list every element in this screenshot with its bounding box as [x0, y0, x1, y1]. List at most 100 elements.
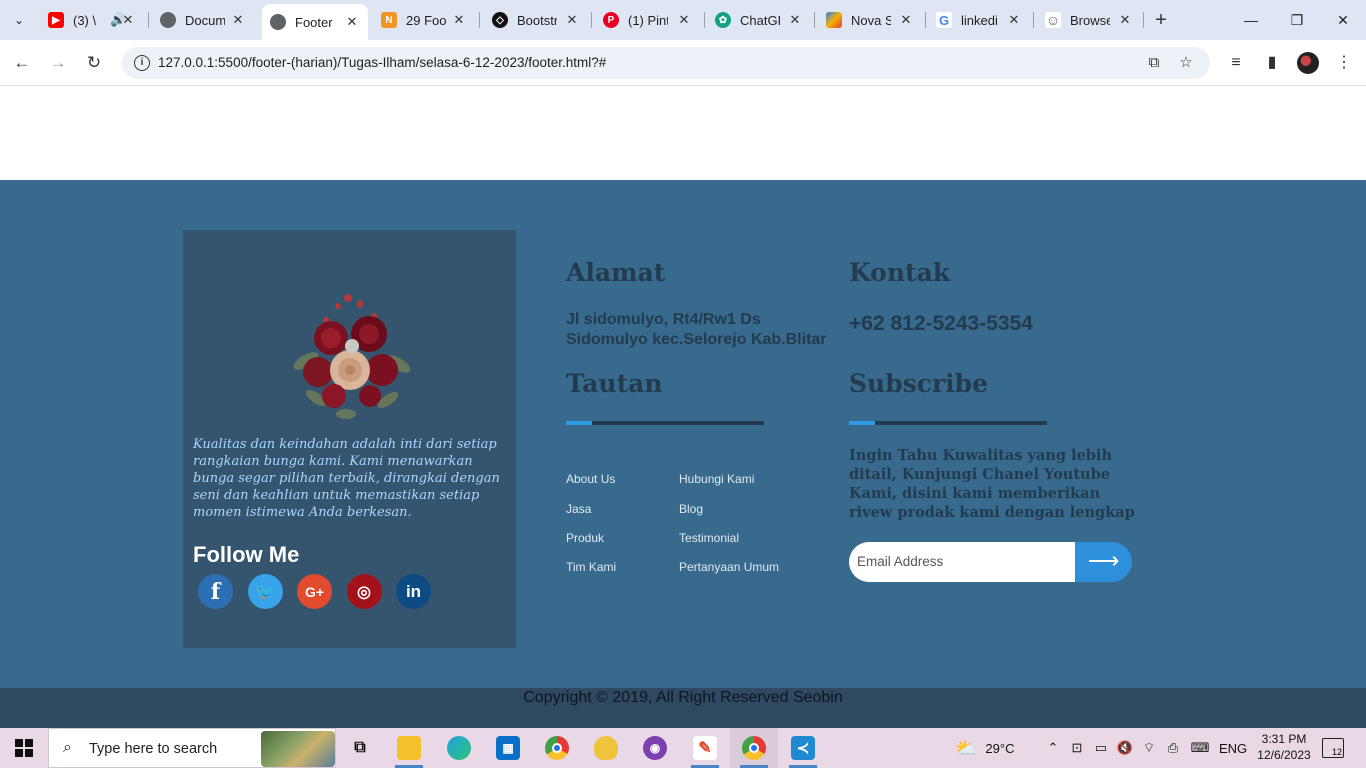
- battery-icon[interactable]: ▭: [1089, 740, 1113, 756]
- chrome-icon: [742, 736, 766, 760]
- volume-muted-icon[interactable]: 🔇: [1113, 740, 1137, 756]
- windows-icon: [15, 739, 33, 757]
- profile-avatar[interactable]: [1297, 52, 1319, 74]
- nova-icon: [826, 12, 842, 28]
- reload-button[interactable]: ↻: [82, 51, 106, 75]
- store-icon: ▦: [496, 736, 520, 760]
- tab-nova[interactable]: Nova S ✕: [826, 6, 914, 34]
- tagline-text: Kualitas dan keindahan adalah inti dari …: [193, 437, 500, 520]
- search-icon: ⌕: [63, 739, 72, 756]
- footer-link-about-us[interactable]: About Us: [566, 472, 615, 486]
- close-icon[interactable]: ✕: [451, 12, 467, 28]
- footer-link-jasa[interactable]: Jasa: [566, 502, 591, 516]
- close-icon[interactable]: ✕: [230, 12, 246, 28]
- close-icon[interactable]: ✕: [344, 14, 360, 30]
- subscribe-underline: [849, 421, 1047, 425]
- instagram-icon[interactable]: ◎: [346, 574, 382, 609]
- tab-title: Footer: [295, 14, 333, 30]
- github-icon: ◉: [643, 736, 667, 760]
- chrome-active-button[interactable]: [730, 728, 778, 768]
- close-icon[interactable]: ✕: [120, 12, 136, 28]
- taskbar-clock[interactable]: 3:31 PM 12/6/2023: [1252, 731, 1316, 763]
- show-hidden-icons-icon[interactable]: ⌃: [1041, 740, 1065, 756]
- tab-footer[interactable]: Footer ✕: [262, 4, 368, 40]
- close-icon[interactable]: ✕: [1006, 12, 1022, 28]
- facebook-icon[interactable]: f: [198, 574, 233, 609]
- browser-toolbar: ← → ↻ i 127.0.0.1:5500/footer-(harian)/T…: [0, 40, 1366, 86]
- camera-icon[interactable]: ⎙: [1161, 740, 1185, 756]
- paint-icon: ✎: [693, 736, 717, 760]
- vscode-button[interactable]: ≺: [779, 728, 827, 768]
- underline-accent: [566, 421, 592, 425]
- browser-tab-strip: ⌄ ▶ (3) \ 🔊 ✕ Docum ✕ Footer ✕ N 29 Foot…: [0, 0, 1366, 40]
- clock-time: 3:31 PM: [1261, 732, 1307, 746]
- email-placeholder: Email Address: [857, 554, 944, 569]
- footer-link-tim-kami[interactable]: Tim Kami: [566, 560, 616, 574]
- taskbar-search[interactable]: ⌕ Type here to search: [48, 728, 336, 768]
- translate-icon[interactable]: ⧉: [1144, 53, 1164, 73]
- minimize-button[interactable]: —: [1228, 0, 1274, 40]
- tab-bootstrap[interactable]: ◇ Bootstr ✕: [492, 6, 580, 34]
- task-view-button[interactable]: ⧉: [336, 728, 384, 768]
- twitter-icon[interactable]: 🐦: [247, 574, 283, 609]
- footer-link-produk[interactable]: Produk: [566, 531, 604, 545]
- file-explorer-button[interactable]: [385, 728, 433, 768]
- tab-search-icon[interactable]: ⌄: [6, 7, 32, 33]
- tab-pinterest[interactable]: P (1) Pint ✕: [603, 6, 692, 34]
- tab-linkedin-search[interactable]: G linkedi ✕: [936, 6, 1022, 34]
- url-text[interactable]: 127.0.0.1:5500/footer-(harian)/Tugas-Ilh…: [158, 55, 606, 70]
- menu-kebab-icon[interactable]: ⋮: [1332, 51, 1356, 75]
- back-button[interactable]: ←: [10, 51, 34, 75]
- close-icon[interactable]: ✕: [898, 12, 914, 28]
- github-desktop-button[interactable]: ◉: [631, 728, 679, 768]
- site-info-icon[interactable]: i: [134, 55, 150, 71]
- meet-now-icon[interactable]: ⊡: [1065, 740, 1089, 756]
- linkedin-icon[interactable]: in: [396, 574, 431, 609]
- sticky-app-button[interactable]: [582, 728, 630, 768]
- tab-document[interactable]: Docum ✕: [160, 6, 246, 34]
- store-button[interactable]: ▦: [484, 728, 532, 768]
- media-control-icon[interactable]: ≡: [1224, 51, 1248, 75]
- close-icon[interactable]: ✕: [787, 12, 803, 28]
- subscribe-text: Ingin Tahu Kuwalitas yang lebih ditail, …: [849, 447, 1135, 521]
- start-button[interactable]: [0, 728, 48, 768]
- vscode-icon: ≺: [791, 736, 815, 760]
- side-panel-icon[interactable]: ▮: [1260, 51, 1284, 75]
- globe-icon: [270, 14, 286, 30]
- close-icon[interactable]: ✕: [564, 12, 580, 28]
- language-indicator[interactable]: ENG: [1219, 728, 1247, 768]
- tab-chatgpt[interactable]: ✿ ChatGP ✕: [715, 6, 803, 34]
- paint-app-button[interactable]: ✎: [681, 728, 729, 768]
- phone-number[interactable]: +62 812-5243-5354: [849, 312, 1033, 336]
- tab-separator: [814, 12, 815, 28]
- subscribe-button[interactable]: ⟶: [1075, 542, 1132, 582]
- site-footer: Kualitas dan keindahan adalah inti dari …: [0, 180, 1366, 688]
- close-window-button[interactable]: ✕: [1320, 0, 1366, 40]
- restore-button[interactable]: ❐: [1274, 0, 1320, 40]
- sticky-notes-icon: [594, 736, 618, 760]
- close-icon[interactable]: ✕: [1117, 12, 1133, 28]
- keyboard-icon[interactable]: ⌨: [1185, 740, 1215, 756]
- google-plus-icon[interactable]: G+: [297, 574, 332, 609]
- bookmark-star-icon[interactable]: ☆: [1176, 53, 1196, 73]
- network-icon[interactable]: ⌔: [1137, 740, 1161, 756]
- system-tray-icons: ⌃ ⊡ ▭ 🔇 ⌔ ⎙ ⌨: [1041, 728, 1215, 768]
- forward-button[interactable]: →: [46, 51, 70, 75]
- email-field[interactable]: Email Address: [849, 542, 1075, 582]
- tab-notion[interactable]: N 29 Foot ✕: [381, 6, 467, 34]
- edge-button[interactable]: [435, 728, 483, 768]
- footer-link-pertanyaan-umum[interactable]: Pertanyaan Umum: [679, 560, 779, 574]
- chrome-button[interactable]: [533, 728, 581, 768]
- footer-link-blog[interactable]: Blog: [679, 502, 703, 516]
- arrow-right-icon: ⟶: [1087, 548, 1120, 573]
- chrome-icon: [545, 736, 569, 760]
- footer-link-testimonial[interactable]: Testimonial: [679, 531, 739, 545]
- tab-browse[interactable]: ☺ Browse ✕: [1045, 6, 1133, 34]
- new-tab-button[interactable]: +: [1149, 8, 1173, 32]
- tab-youtube[interactable]: ▶ (3) \ 🔊 ✕: [48, 6, 136, 34]
- address-bar[interactable]: i 127.0.0.1:5500/footer-(harian)/Tugas-I…: [122, 47, 1210, 79]
- close-icon[interactable]: ✕: [676, 12, 692, 28]
- notification-center-icon[interactable]: 12: [1322, 738, 1344, 758]
- weather-widget[interactable]: ⛅ 29°C: [955, 728, 1014, 768]
- footer-link-hubungi-kami[interactable]: Hubungi Kami: [679, 472, 754, 486]
